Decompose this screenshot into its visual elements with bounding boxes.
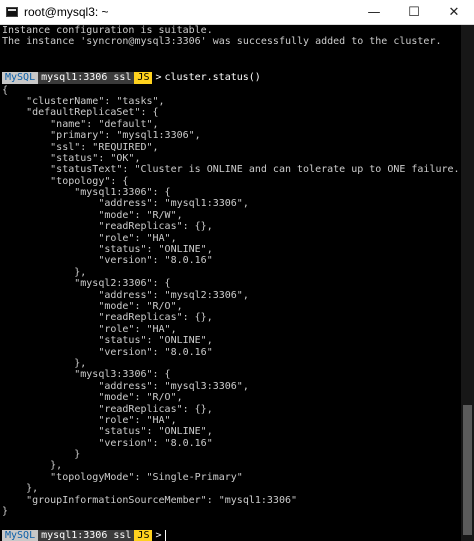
close-button[interactable]: ✕ — [434, 0, 474, 25]
result-line: "mode": "R/O", — [2, 300, 183, 312]
result-line: "readReplicas": {}, — [2, 403, 213, 415]
result-line: "status": "ONLINE", — [2, 335, 213, 347]
result-line: "mode": "R/W", — [2, 209, 183, 221]
prompt-arrow: > — [155, 71, 162, 83]
result-line: "name": "default", — [2, 118, 159, 130]
result-line: "status": "ONLINE", — [2, 244, 213, 256]
result-line: "readReplicas": {}, — [2, 312, 213, 324]
text-cursor — [164, 530, 166, 541]
prompt-host-label: mysql1:3306 ssl — [38, 529, 135, 541]
result-line: "version": "8.0.16" — [2, 346, 213, 358]
result-line: "statusText": "Cluster is ONLINE and can… — [2, 164, 461, 176]
result-line: "address": "mysql1:3306", — [2, 198, 249, 210]
result-line: "groupInformationSourceMember": "mysql1:… — [2, 494, 298, 506]
result-line: } — [2, 506, 9, 518]
result-line: "status": "ONLINE", — [2, 426, 213, 438]
prompt-mysql-label: MySQL — [2, 71, 39, 84]
command-text: cluster.status() — [164, 71, 261, 83]
result-line: { — [2, 84, 9, 96]
result-line: "mysql3:3306": { — [2, 369, 171, 381]
result-line: "role": "HA", — [2, 414, 177, 426]
result-line: "mode": "R/O", — [2, 392, 183, 404]
result-line: "topology": { — [2, 175, 129, 187]
prompt-mode-label: JS — [134, 529, 153, 541]
result-line: "ssl": "REQUIRED", — [2, 141, 159, 153]
result-line: } — [2, 449, 81, 461]
result-line: "role": "HA", — [2, 323, 177, 335]
result-line: "mysql2:3306": { — [2, 278, 171, 290]
result-line: "topologyMode": "Single-Primary" — [2, 471, 243, 483]
vertical-scrollbar[interactable] — [461, 25, 474, 541]
result-line: "address": "mysql3:3306", — [2, 380, 249, 392]
prompt-arrow: > — [155, 530, 162, 541]
prompt-mode-label: JS — [134, 71, 153, 84]
result-line: "status": "OK", — [2, 152, 141, 164]
result-line: }, — [2, 460, 63, 472]
result-line: "role": "HA", — [2, 232, 177, 244]
active-prompt-line[interactable]: MySQL mysql1:3306 ssl JS > — [2, 529, 461, 541]
window-controls: — ☐ ✕ — [354, 0, 474, 25]
result-line: }, — [2, 266, 87, 278]
result-line: }, — [2, 357, 87, 369]
result-line: "address": "mysql2:3306", — [2, 289, 249, 301]
scrollbar-thumb[interactable] — [463, 405, 472, 535]
prompt-host-label: mysql1:3306 ssl — [38, 71, 135, 84]
terminal-window: root@mysql3: ~ — ☐ ✕ Instance configurat… — [0, 0, 474, 541]
result-line: "readReplicas": {}, — [2, 221, 213, 233]
prompt-line: MySQL mysql1:3306 ssl JS > cluster.statu… — [2, 71, 461, 84]
terminal-icon — [6, 7, 18, 17]
output-line: Instance configuration is suitable. — [2, 25, 213, 36]
result-line: "version": "8.0.16" — [2, 255, 213, 267]
window-title: root@mysql3: ~ — [24, 5, 109, 19]
result-line: "primary": "mysql1:3306", — [2, 130, 201, 142]
command-result: { "clusterName": "tasks", "defaultReplic… — [2, 85, 461, 518]
terminal-output[interactable]: Instance configuration is suitable. The … — [0, 25, 461, 541]
result-line: "version": "8.0.16" — [2, 437, 213, 449]
result-line: }, — [2, 483, 39, 495]
minimize-button[interactable]: — — [354, 0, 394, 25]
output-line: The instance 'syncron@mysql3:3306' was s… — [2, 36, 442, 48]
maximize-button[interactable]: ☐ — [394, 0, 434, 25]
prompt-mysql-label: MySQL — [2, 529, 39, 541]
result-line: "clusterName": "tasks", — [2, 95, 165, 107]
result-line: "defaultReplicaSet": { — [2, 107, 159, 119]
title-bar[interactable]: root@mysql3: ~ — ☐ ✕ — [0, 0, 474, 25]
result-line: "mysql1:3306": { — [2, 187, 171, 199]
